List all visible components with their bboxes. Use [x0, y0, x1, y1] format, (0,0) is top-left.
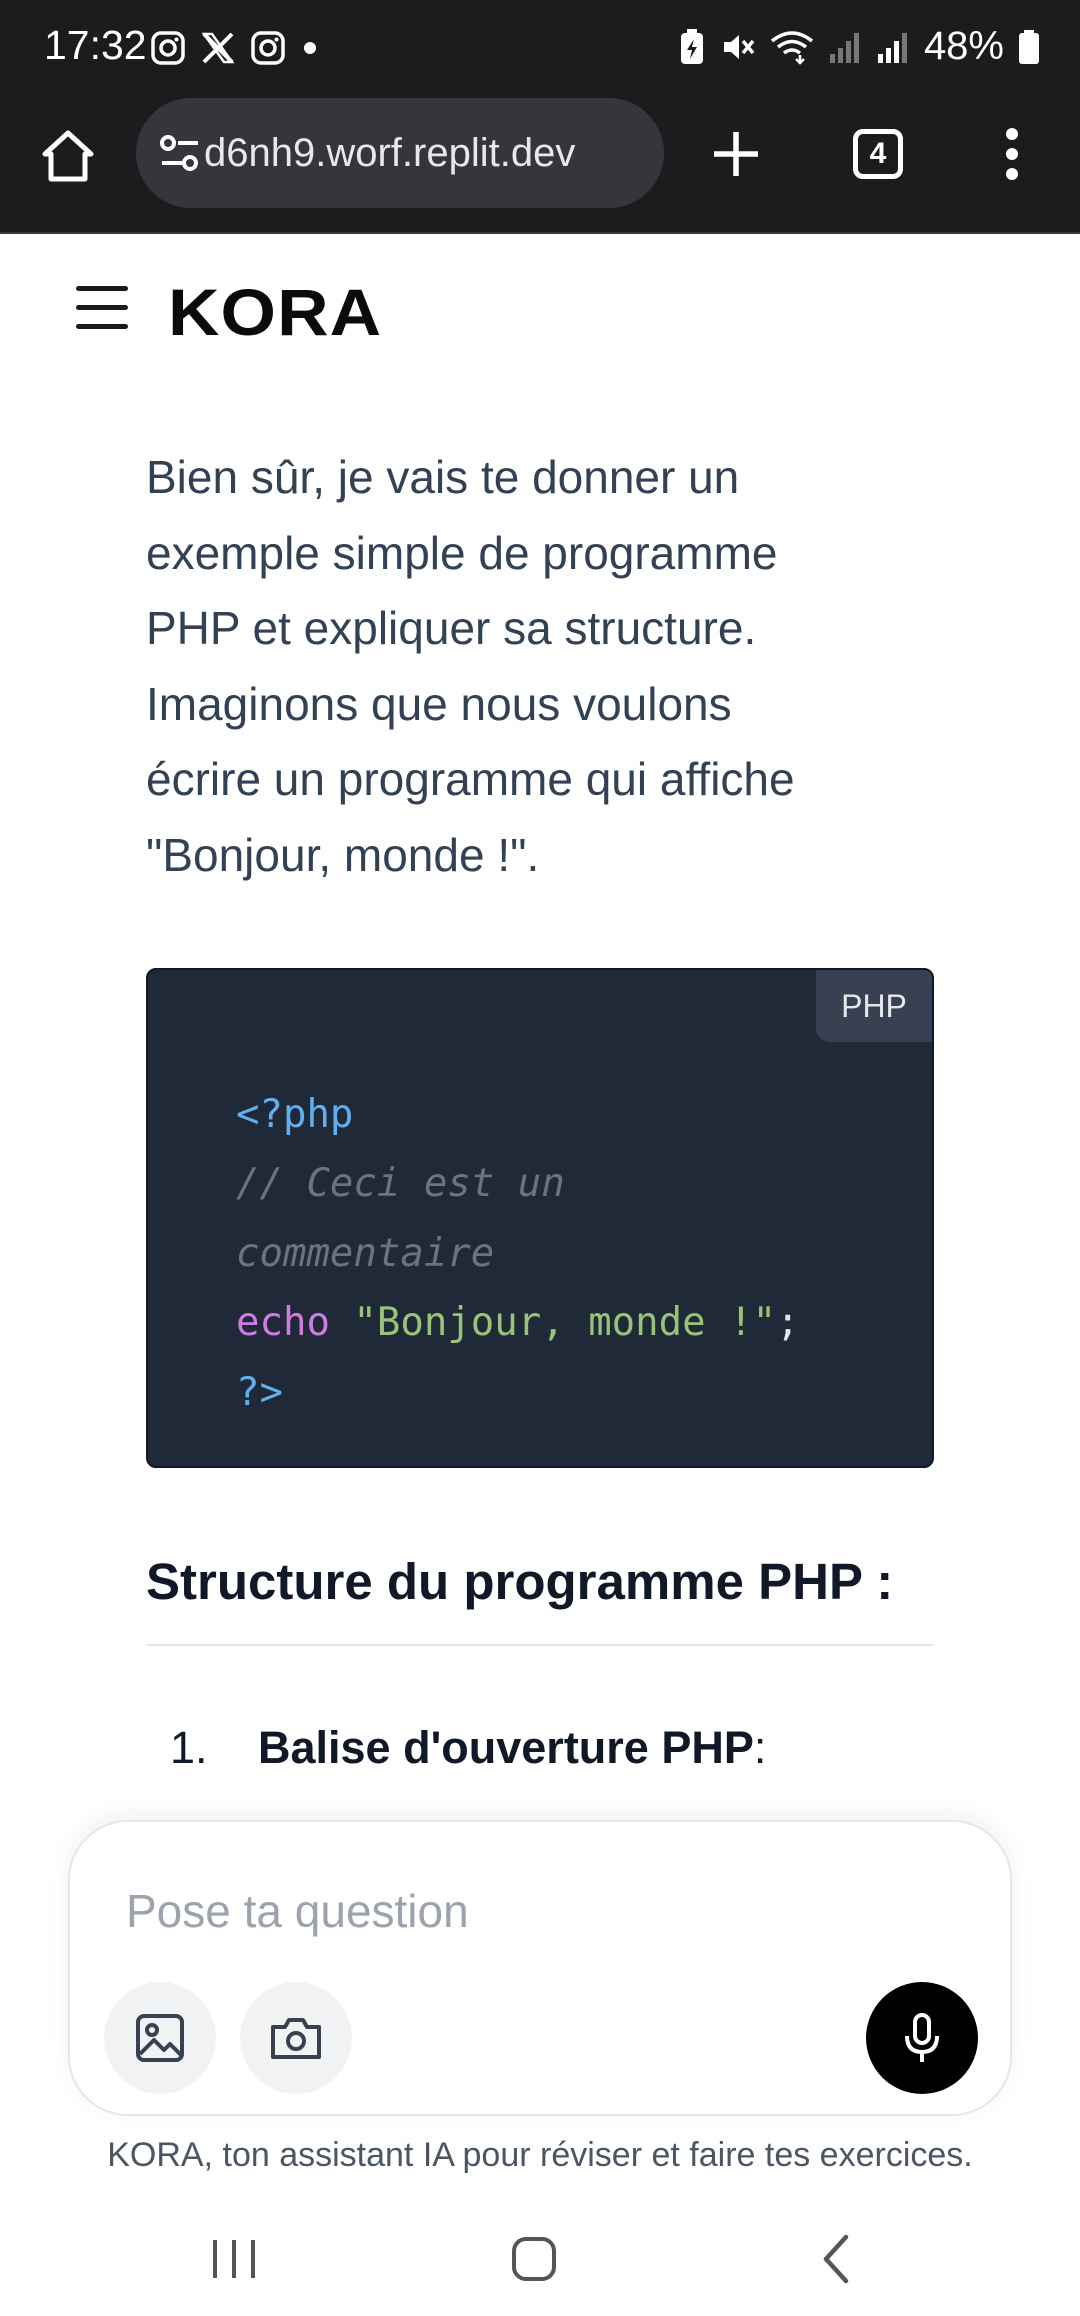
recents-icon [213, 2240, 255, 2278]
dot-icon [304, 42, 316, 54]
intro-line: exemple simple de programme [146, 526, 778, 579]
list-item: 1. Balise d'ouverture PHP : [170, 1722, 766, 1774]
code-keyword: echo [236, 1300, 330, 1345]
status-bar: 17:32 48% [0, 0, 1080, 96]
browser-toolbar: d6nh9.worf.replit.dev 4 [0, 96, 1080, 234]
code-comment: // Ceci est un [236, 1161, 565, 1206]
list-number: 1. [170, 1722, 208, 1773]
signal-icon [829, 32, 859, 63]
section-title: Structure du programme PHP : [146, 1553, 894, 1610]
list-text: Balise d'ouverture PHP [258, 1722, 754, 1773]
wifi-icon [770, 30, 814, 65]
list-suffix: : [753, 1722, 767, 1773]
assistant-disclaimer: KORA, ton assistant IA pour réviser et f… [107, 2136, 973, 2174]
signal-icon [877, 32, 907, 63]
recents-button[interactable] [194, 2224, 274, 2294]
intro-line: PHP et expliquer sa structure. [146, 602, 757, 655]
back-button[interactable] [796, 2224, 876, 2294]
battery-percentage: 48% [923, 24, 1004, 68]
home-icon [42, 130, 94, 182]
intro-line: "Bonjour, monde !". [146, 828, 540, 881]
intro-line: écrire un programme qui affiche [146, 753, 795, 806]
plus-icon [714, 132, 758, 176]
status-time: 17:32 [44, 22, 147, 68]
code-string: "Bonjour, monde !" [353, 1300, 777, 1345]
back-icon [823, 2234, 849, 2284]
intro-line: Bien sûr, je vais te donner un [146, 451, 740, 503]
system-icons: 48% [678, 24, 1040, 69]
camera-button[interactable] [240, 1982, 352, 2094]
code-content[interactable]: <?php // Ceci est un commentaire echo "B… [236, 1010, 800, 1466]
upload-image-button[interactable] [104, 1982, 216, 2094]
battery-icon [1019, 29, 1039, 64]
voice-input-button[interactable] [866, 1982, 978, 2094]
home-button[interactable] [28, 116, 108, 196]
mute-icon [723, 34, 755, 59]
question-composer: Pose ta question [68, 1820, 1012, 2116]
x-icon [201, 32, 235, 64]
assistant-message: Bien sûr, je vais te donner un exemple s… [146, 440, 934, 894]
question-input[interactable]: Pose ta question [126, 1884, 469, 1938]
address-bar[interactable]: d6nh9.worf.replit.dev [136, 98, 664, 208]
camera-icon [271, 2018, 321, 2059]
code-comment: commentaire [236, 1230, 495, 1276]
system-navigation-bar [0, 2200, 1080, 2316]
code-block: PHP <?php // Ceci est un commentaire ech… [146, 968, 934, 1468]
code-language-badge: PHP [816, 970, 932, 1042]
code-semicolon: ; [776, 1300, 800, 1345]
tab-count: 4 [853, 129, 903, 179]
home-nav-icon [512, 2237, 556, 2281]
notification-icons [150, 30, 320, 66]
instagram-icon [151, 31, 185, 65]
more-vert-icon [1006, 128, 1018, 180]
app-logo: KORA [168, 275, 383, 349]
home-nav-button[interactable] [494, 2224, 574, 2294]
intro-paragraph: Bien sûr, je vais te donner un exemple s… [146, 440, 934, 894]
code-close-tag: ?> [236, 1369, 283, 1415]
new-tab-button[interactable] [696, 114, 776, 194]
app-header: KORA [0, 236, 1080, 386]
code-open-tag: <?php [236, 1091, 354, 1137]
site-settings-icon[interactable] [158, 131, 202, 175]
battery-saver-icon [680, 28, 703, 64]
section-divider [146, 1644, 934, 1646]
microphone-icon [905, 2013, 939, 2062]
tab-switcher-button[interactable]: 4 [838, 114, 918, 194]
url-text: d6nh9.worf.replit.dev [204, 130, 576, 175]
browser-menu-button[interactable] [972, 114, 1052, 194]
image-icon [136, 2014, 184, 2062]
instagram-icon [251, 31, 285, 65]
menu-icon[interactable] [70, 286, 134, 340]
intro-line: Imaginons que nous voulons [146, 677, 732, 730]
